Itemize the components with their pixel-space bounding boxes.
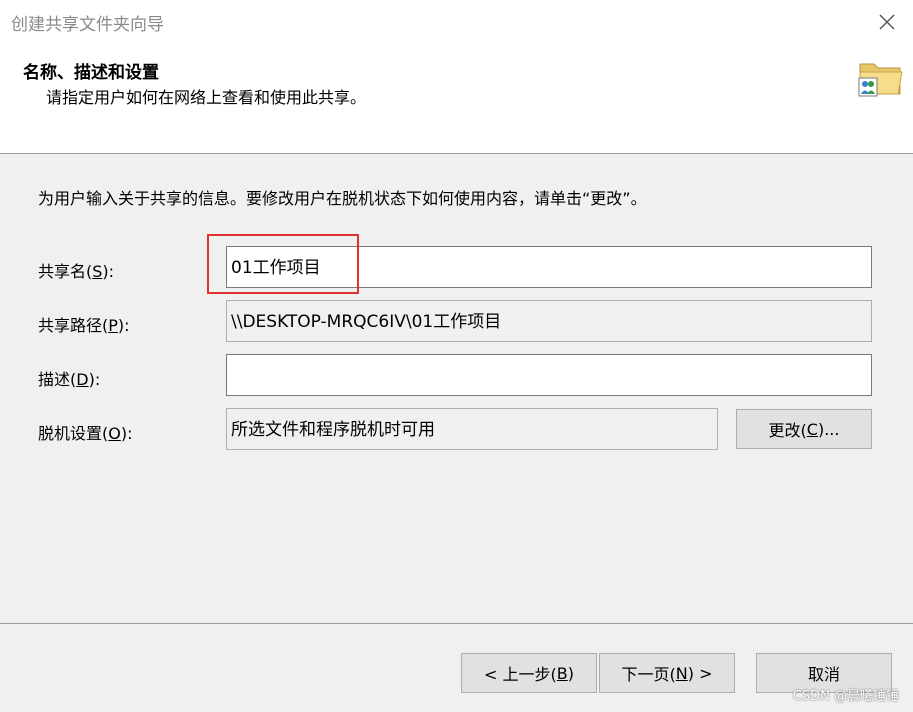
wizard-header: 名称、描述和设置 请指定用户如何在网络上查看和使用此共享。 bbox=[0, 44, 913, 154]
share-path-label: 共享路径(P): bbox=[38, 312, 130, 336]
close-button[interactable] bbox=[875, 10, 899, 34]
close-icon bbox=[879, 14, 895, 30]
description-label-text: 描述( bbox=[38, 370, 77, 389]
share-path-label-end: ): bbox=[117, 316, 130, 335]
share-path-label-text: 共享路径( bbox=[38, 316, 109, 335]
share-name-input[interactable]: 01工作项目 bbox=[226, 246, 872, 288]
offline-label-end: ): bbox=[120, 424, 133, 443]
share-name-label-end: ): bbox=[102, 262, 115, 281]
share-name-label: 共享名(S): bbox=[38, 258, 114, 282]
intro-text: 为用户输入关于共享的信息。要修改用户在脱机状态下如何使用内容，请单击“更改”。 bbox=[38, 189, 647, 208]
back-button[interactable]: < 上一步(B) bbox=[461, 653, 597, 693]
wizard-window: 创建共享文件夹向导 名称、描述和设置 请指定用户如何在网络上查看和使用此共享。 … bbox=[0, 0, 913, 712]
next-label: 下一页( bbox=[621, 665, 676, 684]
description-label: 描述(D): bbox=[38, 366, 100, 390]
share-name-hotkey: S bbox=[92, 262, 103, 281]
title-bar: 创建共享文件夹向导 bbox=[0, 0, 913, 44]
watermark: CSDN @晨曦锤锤 bbox=[792, 689, 899, 704]
wizard-footer: < 上一步(B) 下一页(N) > 取消 CSDN @晨曦锤锤 bbox=[0, 624, 913, 712]
offline-label: 脱机设置(O): bbox=[38, 420, 132, 444]
change-label-end: )... bbox=[817, 419, 840, 439]
change-hotkey: C bbox=[806, 419, 818, 439]
next-hotkey: N bbox=[675, 663, 688, 683]
description-label-end: ): bbox=[88, 370, 101, 389]
offline-setting-field: 所选文件和程序脱机时可用 bbox=[226, 408, 718, 450]
header-title: 名称、描述和设置 bbox=[23, 63, 159, 83]
back-label-end: ) bbox=[567, 663, 574, 683]
share-path-field: \\DESKTOP-MRQC6IV\01工作项目 bbox=[226, 300, 872, 342]
share-path-hotkey: P bbox=[108, 316, 118, 335]
header-subtitle: 请指定用户如何在网络上查看和使用此共享。 bbox=[46, 88, 367, 107]
change-button[interactable]: 更改(C)... bbox=[736, 409, 872, 449]
shared-folder-icon bbox=[858, 63, 903, 97]
back-label: < 上一步( bbox=[484, 665, 557, 684]
back-hotkey: B bbox=[556, 663, 568, 683]
wizard-body: 为用户输入关于共享的信息。要修改用户在脱机状态下如何使用内容，请单击“更改”。 … bbox=[0, 155, 913, 623]
next-button[interactable]: 下一页(N) > bbox=[599, 653, 735, 693]
description-input[interactable] bbox=[226, 354, 872, 396]
offline-hotkey: O bbox=[108, 424, 121, 443]
share-name-label-text: 共享名( bbox=[38, 262, 93, 281]
change-label: 更改( bbox=[768, 421, 807, 440]
description-hotkey: D bbox=[76, 370, 89, 389]
offline-label-text: 脱机设置( bbox=[38, 424, 109, 443]
next-label-end: ) > bbox=[687, 663, 713, 683]
window-title: 创建共享文件夹向导 bbox=[11, 15, 164, 35]
